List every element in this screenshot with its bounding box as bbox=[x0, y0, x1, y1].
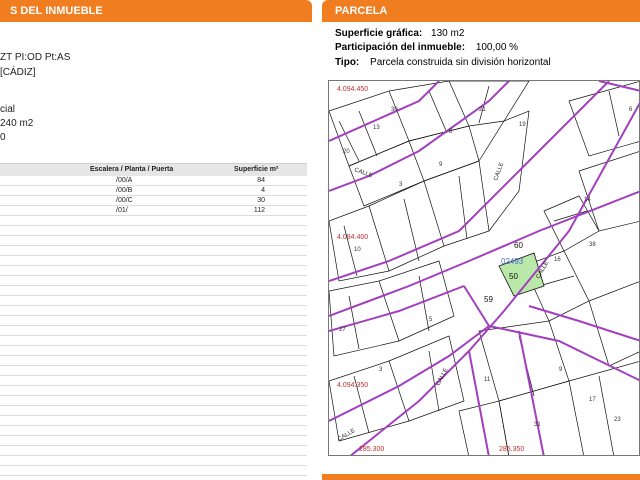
superficie-value: 130 m2 bbox=[431, 28, 465, 39]
coord-label-1: 4.094.450 bbox=[337, 86, 368, 93]
year-line: 0 bbox=[0, 132, 6, 143]
street-label-5: CALLE bbox=[337, 428, 356, 443]
svg-text:21: 21 bbox=[479, 107, 486, 113]
table-row bbox=[0, 326, 307, 336]
cadastral-map-drawing: 201330 82119 3910 143816 5327 91723 3111… bbox=[329, 81, 639, 455]
units-table: Escalera / Planta / Puerta Superficie m²… bbox=[0, 163, 307, 476]
svg-text:10: 10 bbox=[354, 247, 361, 253]
table-row bbox=[0, 226, 307, 236]
svg-text:38: 38 bbox=[589, 242, 596, 248]
table-row: /01/112 bbox=[0, 206, 307, 216]
table-row bbox=[0, 356, 307, 366]
svg-text:23: 23 bbox=[614, 417, 621, 423]
cell-location: /00/B bbox=[116, 187, 133, 194]
svg-text:20: 20 bbox=[343, 149, 350, 155]
table-row bbox=[0, 426, 307, 436]
svg-text:6: 6 bbox=[629, 107, 633, 113]
coord-label-4: 285.300 bbox=[359, 446, 384, 453]
coord-label-3: 4.094.350 bbox=[337, 382, 368, 389]
address-line-2: [CÁDIZ] bbox=[0, 67, 36, 78]
col-header-location: Escalera / Planta / Puerta bbox=[90, 166, 174, 173]
parcel-number-label: 50 bbox=[509, 272, 518, 281]
cell-surface: 84 bbox=[257, 177, 265, 184]
svg-text:30: 30 bbox=[391, 107, 398, 113]
table-row bbox=[0, 296, 307, 306]
svg-text:3: 3 bbox=[379, 367, 383, 373]
svg-text:17: 17 bbox=[589, 397, 596, 403]
table-row bbox=[0, 416, 307, 426]
cell-location: /00/A bbox=[116, 177, 133, 184]
table-row bbox=[0, 386, 307, 396]
parcel-header: PARCELA bbox=[322, 0, 640, 22]
cell-surface: 112 bbox=[253, 207, 265, 214]
bottom-accent-bar bbox=[322, 474, 640, 480]
table-row bbox=[0, 456, 307, 466]
cadastral-map[interactable]: 20 13 30 8 21 19 3 9 10 14 38 16 5 3 27 9 17 23 31 11… bbox=[328, 80, 640, 456]
street-label-3: CALLE bbox=[435, 367, 449, 387]
surface-line: 240 m2 bbox=[0, 118, 34, 129]
tipo-value: Parcela construida sin división horizont… bbox=[370, 57, 551, 68]
table-row bbox=[0, 406, 307, 416]
coord-label-5: 285.350 bbox=[499, 446, 524, 453]
svg-text:31: 31 bbox=[534, 422, 541, 428]
table-row bbox=[0, 376, 307, 386]
col-header-surface: Superficie m² bbox=[234, 166, 279, 173]
participacion-value: 100,00 % bbox=[475, 42, 519, 53]
table-row: /00/C 30 bbox=[0, 196, 307, 206]
svg-text:16: 16 bbox=[554, 257, 561, 263]
table-row bbox=[0, 396, 307, 406]
table-row bbox=[0, 316, 307, 326]
table-row bbox=[0, 286, 307, 296]
table-row bbox=[0, 246, 307, 256]
cell-surface: 30 bbox=[257, 197, 265, 204]
street-label-1: CALLE bbox=[493, 162, 505, 182]
table-row bbox=[0, 466, 307, 476]
svg-text:19: 19 bbox=[519, 122, 526, 128]
property-details-panel: S DEL INMUEBLE ZT PI:OD Pt:AS [CÁDIZ] ci… bbox=[0, 0, 312, 480]
parcel-number-59: 59 bbox=[484, 295, 493, 304]
table-row: /00/B 4 bbox=[0, 186, 307, 196]
units-table-header: Escalera / Planta / Puerta Superficie m² bbox=[0, 163, 307, 176]
property-details-header: S DEL INMUEBLE bbox=[0, 0, 312, 22]
parcel-id-label: 02493 bbox=[501, 257, 524, 266]
participacion-row: Participación del inmueble: 100,00 % bbox=[335, 42, 518, 53]
table-row bbox=[0, 216, 307, 226]
parcel-number-60: 60 bbox=[514, 241, 523, 250]
participacion-label: Participación del inmueble: bbox=[335, 42, 466, 53]
table-row bbox=[0, 306, 307, 316]
table-row bbox=[0, 346, 307, 356]
use-line: cial bbox=[0, 104, 16, 115]
tipo-label: Tipo: bbox=[335, 57, 360, 68]
table-row bbox=[0, 236, 307, 246]
svg-text:13: 13 bbox=[373, 125, 380, 131]
cell-surface: 4 bbox=[261, 187, 265, 194]
table-row bbox=[0, 256, 307, 266]
coord-label-2: 4.094.400 bbox=[337, 234, 368, 241]
parcel-panel: PARCELA Superficie gráfica: 130 m2 Parti… bbox=[322, 0, 640, 480]
svg-text:27: 27 bbox=[339, 327, 346, 333]
svg-text:9: 9 bbox=[439, 162, 443, 168]
cell-location: /00/C bbox=[116, 197, 133, 204]
superficie-row: Superficie gráfica: 130 m2 bbox=[335, 28, 464, 39]
table-row bbox=[0, 436, 307, 446]
tipo-row: Tipo: Parcela construida sin división ho… bbox=[335, 57, 551, 68]
table-row bbox=[0, 446, 307, 456]
cell-location: /01/ bbox=[116, 207, 128, 214]
svg-text:14: 14 bbox=[584, 197, 591, 203]
table-row bbox=[0, 336, 307, 346]
address-line-1: ZT PI:OD Pt:AS bbox=[0, 52, 71, 63]
svg-text:3: 3 bbox=[399, 182, 403, 188]
svg-text:5: 5 bbox=[429, 317, 433, 323]
table-row bbox=[0, 266, 307, 276]
table-row: /00/A 84 bbox=[0, 176, 307, 186]
svg-text:11: 11 bbox=[484, 377, 491, 383]
table-row bbox=[0, 366, 307, 376]
table-row bbox=[0, 276, 307, 286]
superficie-label: Superficie gráfica: bbox=[335, 28, 423, 39]
svg-text:9: 9 bbox=[559, 367, 563, 373]
